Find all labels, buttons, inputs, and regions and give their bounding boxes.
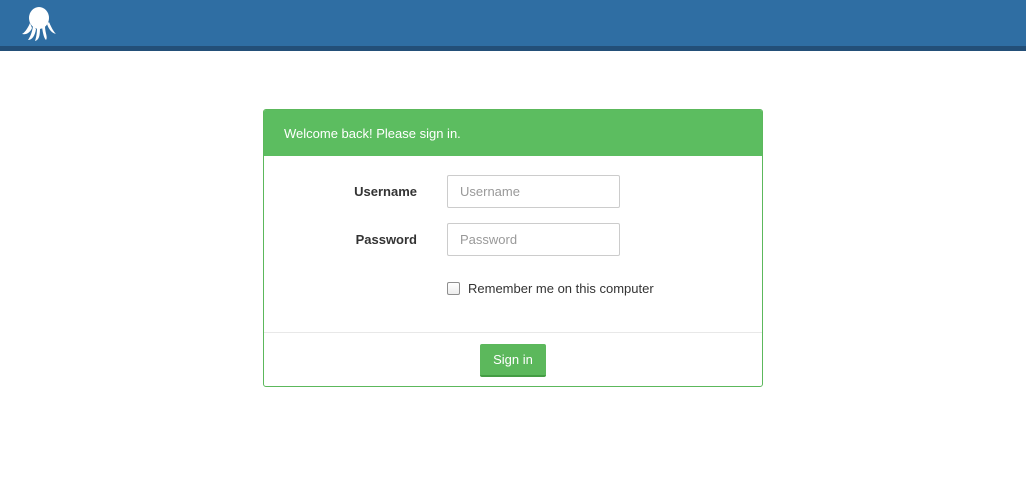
username-label: Username: [354, 184, 417, 199]
username-row: Username: [264, 175, 762, 208]
remember-me-row[interactable]: Remember me on this computer: [447, 281, 654, 296]
password-input[interactable]: [447, 223, 620, 256]
password-label: Password: [355, 232, 417, 247]
password-row: Password: [264, 223, 762, 256]
login-panel-footer: Sign in: [264, 332, 762, 386]
sign-in-button[interactable]: Sign in: [480, 344, 546, 377]
login-welcome-text: Welcome back! Please sign in.: [284, 125, 461, 141]
remember-me-label[interactable]: Remember me on this computer: [468, 281, 654, 296]
login-panel-heading: Welcome back! Please sign in.: [264, 110, 762, 156]
top-navbar: [0, 0, 1026, 51]
remember-me-checkbox[interactable]: [447, 282, 460, 295]
login-panel: Welcome back! Please sign in. Username P…: [263, 109, 763, 387]
username-input[interactable]: [447, 175, 620, 208]
octopus-logo-icon[interactable]: [22, 6, 56, 42]
